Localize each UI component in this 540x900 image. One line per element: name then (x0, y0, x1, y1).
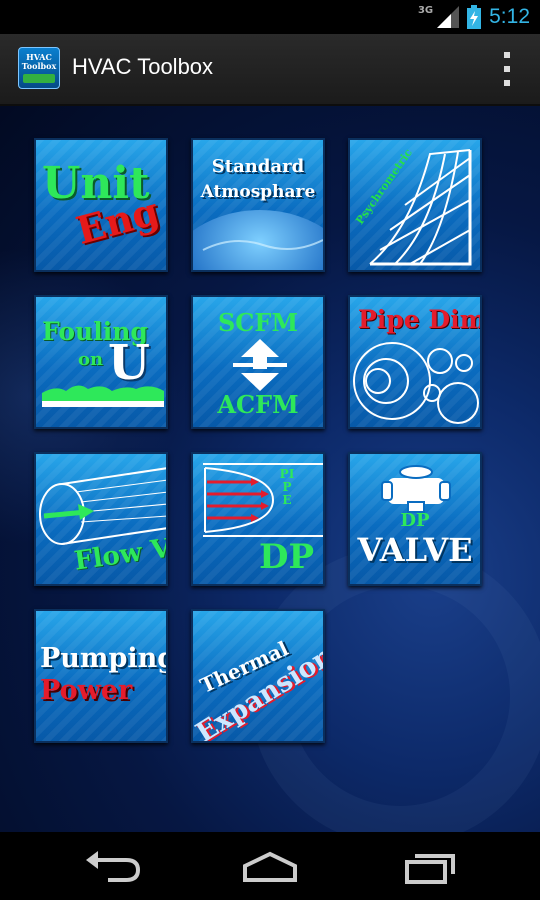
tile-pumping-power[interactable]: Pumping Power (34, 609, 168, 743)
battery-charging-icon (467, 5, 482, 29)
status-bar: 3G 5:12 (0, 0, 540, 34)
action-bar: HVAC Toolbox HVAC Toolbox (0, 34, 540, 106)
valve-label: VALVE (357, 531, 473, 569)
signal-icon (437, 6, 460, 28)
overflow-menu-icon[interactable] (502, 52, 512, 86)
clock: 5:12 (489, 5, 530, 28)
tile-unit-eng[interactable]: Unit Eng (34, 138, 168, 272)
pumping-label: Pumping (40, 643, 168, 674)
app-icon[interactable]: HVAC Toolbox (18, 47, 60, 89)
navigation-bar (0, 832, 540, 900)
pipe-dim-label: Pipe Dim (358, 305, 482, 334)
recent-apps-icon[interactable] (395, 846, 465, 886)
tile-flow-v[interactable]: Flow V (34, 452, 168, 586)
pipe-vertical-label: PIPE (279, 467, 295, 507)
tile-scfm-acfm[interactable]: SCFM ACFM (191, 295, 325, 429)
tile-pipe-dp[interactable]: PIPE DP (191, 452, 325, 586)
app-title: HVAC Toolbox (72, 54, 214, 79)
status-icons: 3G 5:12 (418, 4, 530, 30)
tile-dp-valve[interactable]: DP VALVE (348, 452, 482, 586)
scfm-label: SCFM (217, 308, 299, 337)
on-label: on (78, 349, 104, 370)
dp-label: DP (259, 537, 315, 577)
tool-grid: Unit Eng Standard Atmosphare Psychrometr… (0, 106, 540, 832)
tile-fouling[interactable]: Fouling on U (34, 295, 168, 429)
app-icon-text: HVAC Toolbox (21, 52, 57, 71)
tile-pipe-dim[interactable]: Pipe Dim (348, 295, 482, 429)
tile-thermal-expansion[interactable]: Thermal Expansion (191, 609, 325, 743)
power-label: Power (40, 675, 133, 706)
tile-psychrometric[interactable]: Psychrometric (348, 138, 482, 272)
acfm-label: ACFM (217, 390, 299, 419)
app-icon-bar (23, 74, 55, 83)
tile-standard-atmosphere[interactable]: Standard Atmosphare (191, 138, 325, 272)
atmosphare-label: Atmosphare (200, 182, 316, 202)
dp-valve-label-top: DP (400, 510, 430, 531)
home-icon[interactable] (235, 846, 305, 886)
network-type: 3G (417, 4, 434, 16)
standard-label: Standard (211, 156, 305, 177)
u-label: U (108, 335, 150, 391)
back-icon[interactable] (78, 846, 148, 886)
